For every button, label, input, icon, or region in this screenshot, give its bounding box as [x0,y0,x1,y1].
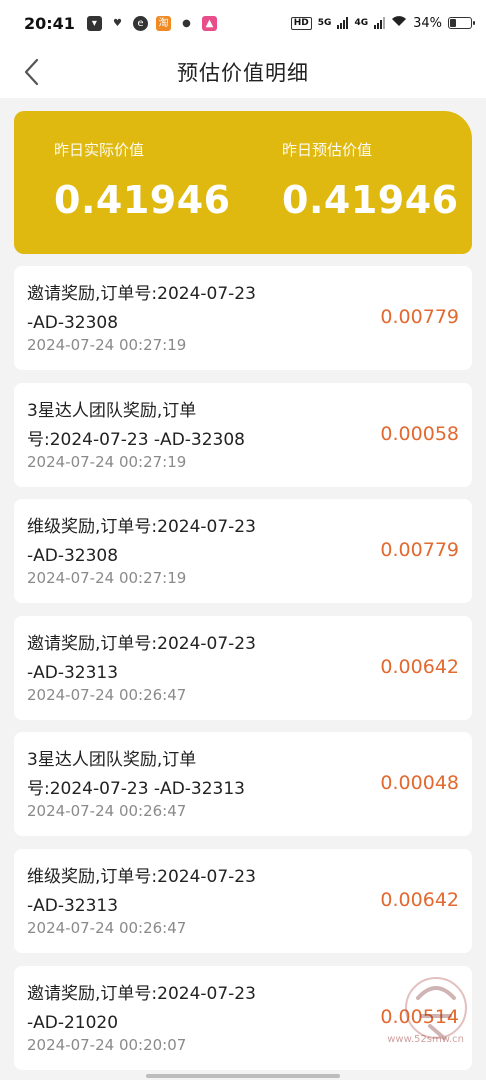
back-button[interactable] [14,54,50,90]
actual-value-block: 昨日实际价值 0.41946 [54,139,231,222]
battery-fill [450,19,457,27]
record-card[interactable]: 维级奖励,订单号:2024-07-23 -AD-32308 2024-07-24… [14,499,472,603]
vpn-icon: ♥ [112,17,122,29]
record-amount: 0.00048 [380,772,459,794]
record-time: 2024-07-24 00:27:19 [27,453,187,471]
record-time: 2024-07-24 00:27:19 [27,569,187,587]
record-description: 邀请奖励,订单号:2024-07-23 -AD-32308 [27,284,256,333]
battery-icon [448,17,475,29]
record-description: 维级奖励,订单号:2024-07-23 -AD-32313 [27,867,256,916]
record-description: 3星达人团队奖励,订单号:2024-07-23 -AD-32308 [27,401,245,450]
header: 预估价值明细 [0,46,486,98]
record-card[interactable]: 维级奖励,订单号:2024-07-23 -AD-32313 2024-07-24… [14,849,472,953]
record-card[interactable]: 邀请奖励,订单号:2024-07-23 -AD-32313 2024-07-24… [14,616,472,720]
record-card[interactable]: 邀请奖励,订单号:2024-07-23 -AD-32308 2024-07-24… [14,266,472,370]
record-description: 邀请奖励,订单号:2024-07-23 -AD-21020 [27,984,256,1033]
network-5g-label: 5G [317,18,332,28]
record-card[interactable]: 3星达人团队奖励,订单号:2024-07-23 -AD-32308 2024-0… [14,383,472,487]
home-indicator[interactable] [146,1074,340,1078]
hd-icon: HD [290,16,312,30]
status-right: HD 5G 4G 34% [290,15,475,31]
record-time: 2024-07-24 00:27:19 [27,336,187,354]
page-title: 预估价值明细 [177,61,309,85]
app-notification-icon: 淘 [155,15,171,31]
record-amount: 0.00642 [380,656,459,678]
actual-value-label: 昨日实际价值 [54,141,145,159]
wifi-icon [391,15,407,31]
watermark-site: www.52smw.cn [387,1034,464,1045]
watermark-seal-icon [405,977,467,1040]
browser-icon: e [132,15,148,31]
status-time: 20:41 [24,13,75,33]
record-amount: 0.00779 [380,539,459,561]
estimated-value-label: 昨日预估价值 [282,141,373,159]
summary-card: 昨日实际价值 0.41946 昨日预估价值 0.41946 [14,111,472,254]
record-amount: 0.00642 [380,889,459,911]
signal-4g-icon [374,17,386,29]
status-left: 20:41 ▾ ♥ e 淘 ● ▲ [24,14,217,33]
shopping-app-icon: ▲ [201,15,217,31]
battery-percent: 34% [413,15,442,31]
record-description: 邀请奖励,订单号:2024-07-23 -AD-32313 [27,634,256,683]
record-description: 维级奖励,订单号:2024-07-23 -AD-32308 [27,517,256,566]
estimated-value: 0.41946 [282,178,459,222]
record-time: 2024-07-24 00:26:47 [27,802,187,820]
chevron-left-icon [24,58,39,86]
record-time: 2024-07-24 00:26:47 [27,919,187,937]
actual-value: 0.41946 [54,178,231,222]
record-card[interactable]: 3星达人团队奖励,订单号:2024-07-23 -AD-32313 2024-0… [14,732,472,836]
record-time: 2024-07-24 00:26:47 [27,686,187,704]
record-amount: 0.00058 [380,423,459,445]
qq-icon: ● [182,17,191,29]
estimated-value-block: 昨日预估价值 0.41946 [282,139,459,222]
signal-5g-icon [337,17,349,29]
record-description: 3星达人团队奖励,订单号:2024-07-23 -AD-32313 [27,750,245,799]
record-amount: 0.00779 [380,306,459,328]
shield-icon: ▾ [86,15,102,31]
status-bar: 20:41 ▾ ♥ e 淘 ● ▲ HD 5G 4G 34% [0,0,486,46]
record-time: 2024-07-24 00:20:07 [27,1036,187,1054]
network-4g-label: 4G [354,18,369,28]
